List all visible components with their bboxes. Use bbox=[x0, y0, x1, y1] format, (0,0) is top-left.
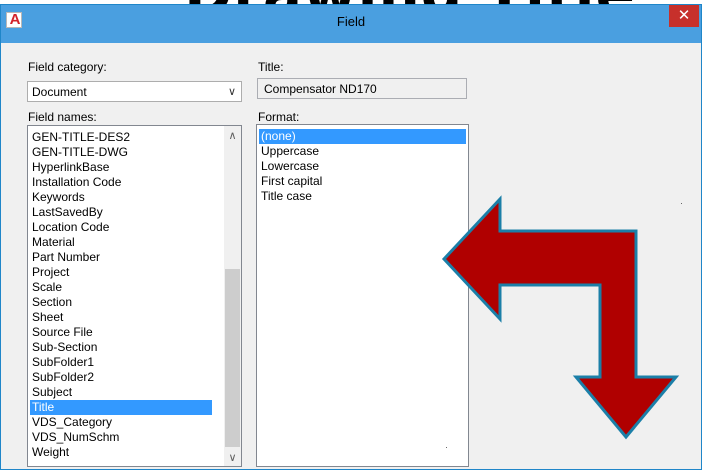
list-item[interactable]: Source File bbox=[30, 325, 212, 340]
scroll-down-arrow-icon[interactable]: ∨ bbox=[224, 451, 241, 465]
list-item[interactable]: SubFolder1 bbox=[30, 355, 212, 370]
field-category-dropdown[interactable]: Document ∨ bbox=[27, 81, 242, 102]
field-category-value: Document bbox=[32, 85, 87, 99]
scroll-thumb[interactable] bbox=[225, 269, 240, 447]
close-icon: ✕ bbox=[677, 7, 691, 24]
list-item[interactable]: (none) bbox=[259, 129, 466, 144]
window-title: Field bbox=[336, 14, 366, 29]
arrow-shape bbox=[441, 195, 680, 440]
bent-arrow-icon bbox=[441, 195, 680, 440]
list-item[interactable]: Location Code bbox=[30, 220, 212, 235]
field-names-list[interactable]: GEN-TITLE-DES2 GEN-TITLE-DWG HyperlinkBase… bbox=[27, 125, 242, 467]
list-item[interactable]: Subject bbox=[30, 385, 212, 400]
list-item[interactable]: HyperlinkBase bbox=[30, 160, 212, 175]
list-item[interactable]: Sub-Section bbox=[30, 340, 212, 355]
list-item[interactable]: SubFolder2 bbox=[30, 370, 212, 385]
title-label: Title: bbox=[258, 60, 284, 74]
format-label: Format: bbox=[258, 110, 300, 124]
format-list[interactable]: (none) Uppercase Lowercase First capital Tit… bbox=[256, 124, 469, 467]
scroll-up-arrow-icon[interactable]: ∧ bbox=[224, 129, 241, 143]
names-scrollbar[interactable]: ∧ ∨ bbox=[224, 126, 241, 466]
close-button[interactable]: ✕ bbox=[669, 5, 699, 27]
list-item[interactable]: Section bbox=[30, 295, 212, 310]
list-item[interactable]: Title case bbox=[259, 189, 466, 204]
chevron-down-icon: ∨ bbox=[227, 86, 236, 98]
list-item[interactable]: VDS_NumSchm bbox=[30, 430, 212, 445]
list-item[interactable]: Material bbox=[30, 235, 212, 250]
list-item[interactable]: Installation Code bbox=[30, 175, 212, 190]
list-item[interactable]: Title bbox=[30, 400, 212, 415]
list-item[interactable]: Project bbox=[30, 265, 212, 280]
field-category-label: Field category: bbox=[28, 60, 107, 74]
title-field[interactable]: Compensator ND170 bbox=[257, 78, 467, 99]
list-item[interactable]: Scale bbox=[30, 280, 212, 295]
list-item[interactable]: GEN-TITLE-DWG bbox=[30, 145, 212, 160]
title-bar[interactable]: A Field ✕ bbox=[1, 5, 701, 43]
list-item[interactable]: Keywords bbox=[30, 190, 212, 205]
list-item[interactable]: Lowercase bbox=[259, 159, 466, 174]
list-item[interactable]: Uppercase bbox=[259, 144, 466, 159]
list-item[interactable]: GEN-TITLE-DES2 bbox=[30, 130, 212, 145]
title-value: Compensator ND170 bbox=[264, 82, 377, 96]
list-item[interactable]: First capital bbox=[259, 174, 466, 189]
list-item[interactable]: Sheet bbox=[30, 310, 212, 325]
list-item[interactable]: VDS_Category bbox=[30, 415, 212, 430]
list-item[interactable]: Weight bbox=[30, 445, 212, 460]
field-names-label: Field names: bbox=[28, 110, 97, 124]
list-item[interactable]: Part Number bbox=[30, 250, 212, 265]
list-item[interactable]: LastSavedBy bbox=[30, 205, 212, 220]
stray-dot bbox=[446, 447, 447, 448]
